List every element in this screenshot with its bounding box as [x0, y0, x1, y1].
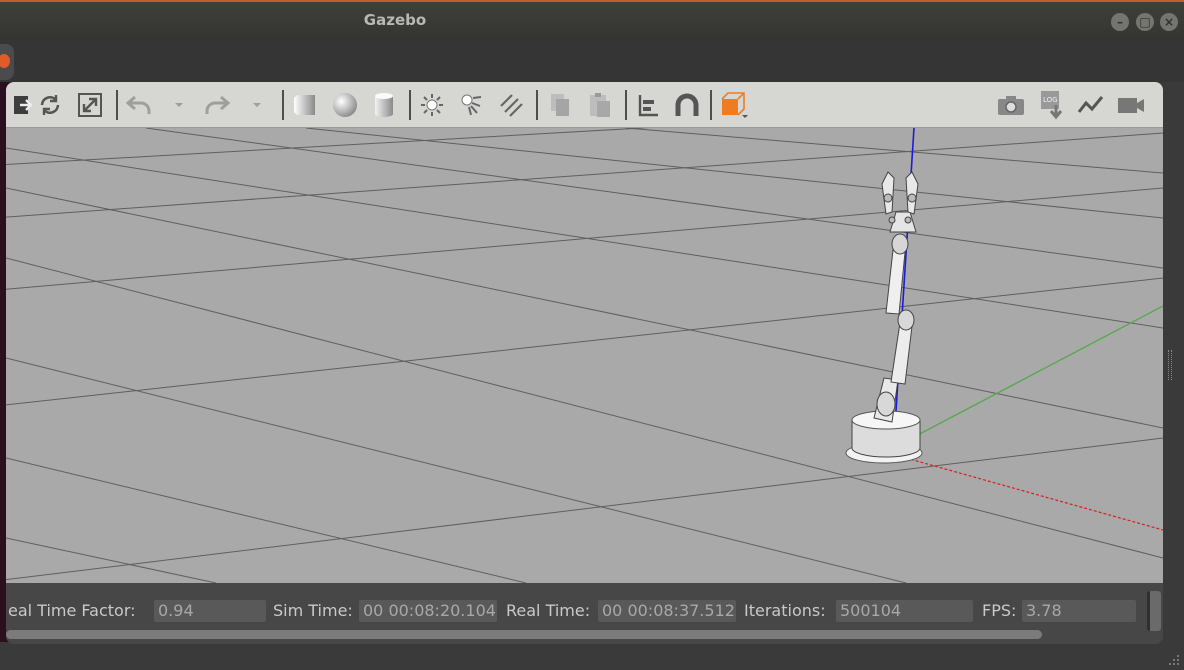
fps-label: FPS: [982, 601, 1017, 620]
grid-line [6, 257, 1163, 559]
snap-button[interactable] [672, 90, 702, 120]
undo-icon [125, 95, 151, 114]
point-light-button[interactable] [417, 90, 447, 120]
box-shape-button[interactable] [290, 90, 320, 120]
arrow-right-icon [14, 96, 33, 114]
fps-value: 3.78 [1022, 600, 1136, 622]
right-panel-splitter[interactable] [1168, 350, 1172, 380]
gazebo-window: Gazebo – □ × LOG eal Time Factor: 0.94 S… [0, 0, 1184, 670]
real-time-factor-value: 0.94 [154, 600, 266, 622]
robot-arm[interactable] [845, 171, 923, 464]
title-bar[interactable]: Gazebo – □ × [0, 0, 1184, 40]
box-icon [294, 95, 315, 115]
undo-button[interactable] [124, 90, 154, 120]
chevron-down-icon [253, 103, 261, 107]
paste-icon [590, 93, 610, 117]
grid-line [6, 437, 1163, 581]
video-camera-icon [1118, 98, 1144, 113]
magnet-icon [675, 93, 699, 116]
orange-dot-icon [0, 54, 10, 68]
plot-icon [1077, 96, 1104, 113]
scale-icon [78, 93, 102, 117]
view-angle-button[interactable] [718, 90, 748, 120]
grid-line [145, 128, 1163, 269]
real-time-label: Real Time: [506, 601, 591, 620]
scene-canvas[interactable] [6, 128, 1163, 583]
grid-line [6, 128, 651, 166]
scale-tool[interactable] [75, 90, 105, 120]
translate-tool[interactable] [8, 90, 38, 120]
grid-line [6, 357, 907, 583]
status-bar: eal Time Factor: 0.94 Sim Time: 00 00:08… [6, 583, 1163, 644]
ground-grid [6, 128, 1163, 583]
main-panel: LOG eal Time Factor: 0.94 Sim Time: 00 0… [6, 82, 1163, 644]
toolbar-separator [710, 90, 712, 120]
y-axis-line [911, 305, 1163, 439]
toolbar-separator [116, 90, 118, 120]
redo-icon [205, 95, 231, 114]
cylinder-icon [375, 93, 393, 117]
log-button[interactable]: LOG [1036, 90, 1066, 120]
align-icon [638, 95, 658, 117]
copy-button[interactable] [545, 90, 575, 120]
minimize-button[interactable]: – [1111, 13, 1129, 31]
toolbar-separator [625, 90, 627, 120]
sun-icon [421, 94, 443, 116]
menu-bar [0, 40, 1184, 82]
horizontal-scrollbar[interactable] [6, 630, 1042, 639]
maximize-button[interactable]: □ [1136, 13, 1154, 31]
scene-viewport[interactable] [6, 128, 1163, 583]
directional-light-button[interactable] [496, 90, 526, 120]
x-axis-line [905, 457, 1163, 531]
sim-time-value: 00 00:08:20.104 [359, 600, 497, 622]
orange-box-icon [721, 92, 748, 118]
chevron-down-icon [175, 103, 183, 107]
redo-history-dropdown[interactable] [242, 90, 272, 120]
camera-icon [998, 96, 1024, 115]
directional-light-icon [500, 94, 523, 117]
svg-text:LOG: LOG [1043, 96, 1058, 104]
sim-time-label: Sim Time: [273, 601, 353, 620]
spotlight-icon [461, 94, 482, 116]
real-time-value: 00 00:08:37.512 [598, 600, 736, 622]
spot-light-button[interactable] [457, 90, 487, 120]
log-icon: LOG [1041, 91, 1063, 120]
rotate-tool[interactable] [35, 90, 65, 120]
resize-grip-icon[interactable] [1166, 652, 1180, 666]
cylinder-shape-button[interactable] [369, 90, 399, 120]
close-button[interactable]: × [1160, 13, 1178, 31]
screenshot-button[interactable] [996, 90, 1026, 120]
redo-button[interactable] [202, 90, 232, 120]
record-video-button[interactable] [1116, 90, 1146, 120]
paste-button[interactable] [585, 90, 615, 120]
iterations-label: Iterations: [744, 601, 826, 620]
real-time-factor-label: eal Time Factor: [8, 601, 136, 620]
window-title: Gazebo [363, 11, 427, 29]
undo-history-dropdown[interactable] [164, 90, 194, 120]
sphere-shape-button[interactable] [330, 90, 360, 120]
panel-resize-handle[interactable] [1147, 591, 1161, 631]
copy-icon [551, 94, 569, 116]
align-button[interactable] [634, 90, 664, 120]
toolbar-separator [536, 90, 538, 120]
side-panel-toggle[interactable] [0, 44, 14, 80]
toolbar-separator [282, 90, 284, 120]
rotate-icon [40, 95, 60, 115]
plot-button[interactable] [1076, 90, 1106, 120]
toolbar: LOG [6, 82, 1163, 128]
toolbar-separator [409, 90, 411, 120]
grid-line [6, 132, 1163, 218]
iterations-value: 500104 [836, 600, 973, 622]
sphere-icon [333, 93, 357, 117]
grid-line [6, 187, 1163, 429]
grid-line [6, 457, 527, 583]
grid-line [305, 128, 1163, 219]
axes [892, 128, 1163, 531]
